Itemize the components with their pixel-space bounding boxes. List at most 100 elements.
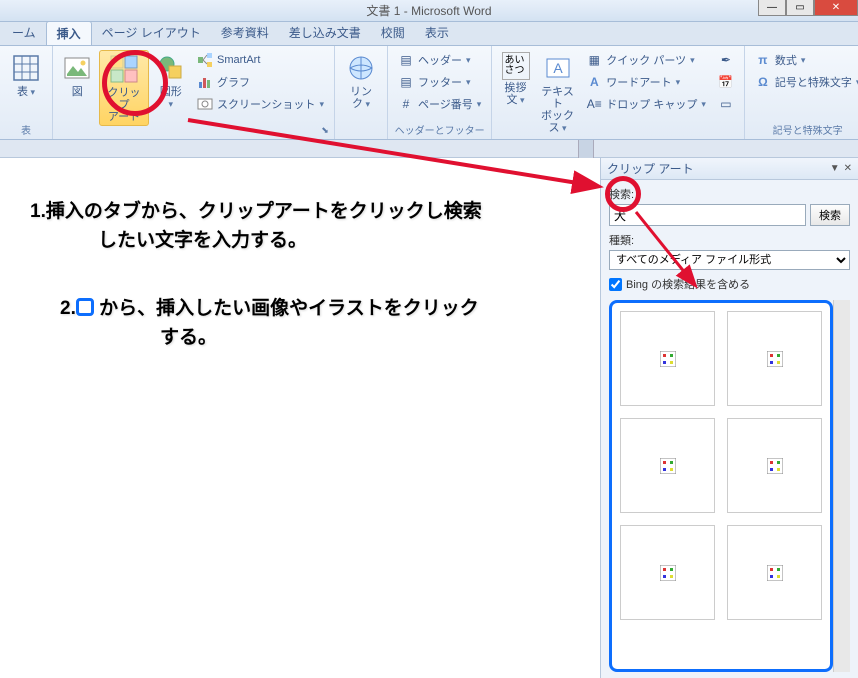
shapes-label: 図形	[157, 86, 185, 110]
illustrations-launcher[interactable]: ⬊	[319, 124, 331, 136]
shapes-button[interactable]: 図形	[153, 50, 189, 112]
clipart-result[interactable]	[727, 525, 822, 620]
chart-label: グラフ	[217, 74, 250, 90]
wordart-button[interactable]: Aワードアート	[582, 72, 710, 92]
quickparts-button[interactable]: ▦クイック パーツ	[582, 50, 710, 70]
symbol-icon: Ω	[755, 74, 771, 90]
tab-校閲[interactable]: 校閲	[371, 21, 415, 45]
search-input[interactable]	[609, 204, 806, 226]
footer-button[interactable]: ▤フッター	[394, 72, 485, 92]
ruler	[0, 140, 858, 158]
results-box	[609, 300, 833, 672]
close-button[interactable]: ✕	[814, 0, 858, 16]
bing-label: Bing の検索結果を含める	[626, 276, 750, 292]
search-label: 検索:	[609, 186, 850, 202]
group-label-headerfooter: ヘッダーとフッター	[394, 122, 485, 137]
clipart-result[interactable]	[620, 525, 715, 620]
greeting-button[interactable]: あいさつ 挨拶文	[498, 50, 532, 108]
tab-参考資料[interactable]: 参考資料	[211, 21, 279, 45]
group-header-footer: ▤ヘッダー ▤フッター #ページ番号 ヘッダーとフッター	[388, 46, 492, 139]
clipart-icon	[108, 53, 140, 85]
group-label-links	[341, 126, 381, 137]
group-links: リンク	[335, 46, 388, 139]
group-label-illustrations	[59, 128, 328, 139]
link-label: リンク	[345, 86, 377, 110]
tab-ページ レイアウト[interactable]: ページ レイアウト	[92, 21, 211, 45]
titlebar: 文書 1 - Microsoft Word — ▭ ✕	[0, 0, 858, 22]
footer-icon: ▤	[398, 74, 414, 90]
sig-icon: ✒	[718, 52, 734, 68]
maximize-button[interactable]: ▭	[786, 0, 814, 16]
group-illustrations: 図 クリップアート 図形 SmartArt	[53, 46, 335, 139]
shapes-icon	[155, 52, 187, 84]
group-symbols: π数式 Ω記号と特殊文字 記号と特殊文字	[745, 46, 858, 139]
group-text: あいさつ 挨拶文 A テキストボックス ▦クイック パーツ Aワードアート A≡…	[492, 46, 745, 139]
panel-title: クリップ アート	[607, 160, 694, 177]
tab-表示[interactable]: 表示	[415, 21, 459, 45]
greeting-label: 挨拶文	[502, 82, 528, 106]
ribbon-tabs: ーム挿入ページ レイアウト参考資料差し込み文書校閲表示	[0, 22, 858, 46]
results-scrollbar[interactable]	[833, 300, 850, 672]
equation-button[interactable]: π数式	[751, 50, 858, 70]
equation-icon: π	[755, 52, 771, 68]
link-button[interactable]: リンク	[341, 50, 381, 112]
instruction-1: 1.挿入のタブから、クリップアートをクリックし検索 したい文字を入力する。	[30, 198, 570, 255]
smartart-label: SmartArt	[217, 54, 260, 66]
panel-dropdown-icon[interactable]: ▼	[830, 163, 840, 174]
clipart-result[interactable]	[620, 418, 715, 513]
svg-text:A: A	[553, 60, 563, 76]
panel-close-icon[interactable]: ✕	[844, 163, 852, 174]
bing-checkbox[interactable]	[609, 278, 622, 291]
document-page[interactable]: 1.挿入のタブから、クリップアートをクリックし検索 したい文字を入力する。 2.…	[0, 158, 600, 678]
search-button[interactable]: 検索	[810, 204, 850, 226]
picture-label: 図	[72, 86, 83, 98]
table-button[interactable]: 表	[6, 50, 46, 100]
sig-button[interactable]: ✒	[714, 50, 738, 70]
smartart-button[interactable]: SmartArt	[193, 50, 328, 70]
screenshot-icon	[197, 96, 213, 112]
header-icon: ▤	[398, 52, 414, 68]
tab-挿入[interactable]: 挿入	[46, 21, 92, 45]
greeting-icon: あいさつ	[502, 52, 530, 80]
dropcap-button[interactable]: A≡ドロップ キャップ	[582, 94, 710, 114]
ribbon: 表 表 図 クリップアート 図形	[0, 46, 858, 140]
tab-ーム[interactable]: ーム	[2, 21, 46, 45]
wordart-icon: A	[586, 74, 602, 90]
symbol-button[interactable]: Ω記号と特殊文字	[751, 72, 858, 92]
clipart-result[interactable]	[727, 418, 822, 513]
quickparts-icon: ▦	[586, 52, 602, 68]
picture-button[interactable]: 図	[59, 50, 95, 100]
window-controls: — ▭ ✕	[758, 0, 858, 16]
clipart-button[interactable]: クリップアート	[99, 50, 148, 126]
link-icon	[345, 52, 377, 84]
textbox-button[interactable]: A テキストボックス	[537, 50, 579, 136]
type-label: 種類:	[609, 232, 850, 248]
chart-button[interactable]: グラフ	[193, 72, 328, 92]
window-title: 文書 1 - Microsoft Word	[366, 2, 491, 19]
tab-差し込み文書[interactable]: 差し込み文書	[279, 21, 371, 45]
clipart-label: クリップアート	[104, 87, 143, 123]
screenshot-button[interactable]: スクリーンショット	[193, 94, 328, 114]
table-label: 表	[17, 86, 35, 98]
smartart-icon	[197, 52, 213, 68]
date-button[interactable]: 📅	[714, 72, 738, 92]
picture-icon	[61, 52, 93, 84]
dropcap-icon: A≡	[586, 96, 602, 112]
media-type-select[interactable]: すべてのメディア ファイル形式	[609, 250, 850, 270]
instruction-2: 2. から、挿入したい画像やイラストをクリック する。	[30, 295, 570, 352]
pagenum-icon: #	[398, 96, 414, 112]
pagenum-button[interactable]: #ページ番号	[394, 94, 485, 114]
clipart-panel: クリップ アート ▼ ✕ 検索: 検索 種類: すべてのメディア ファイル形式 …	[600, 158, 858, 678]
minimize-button[interactable]: —	[758, 0, 786, 16]
clipart-result[interactable]	[620, 311, 715, 406]
textbox-label: テキストボックス	[541, 86, 575, 134]
group-label-tables: 表	[6, 122, 46, 137]
clipart-result[interactable]	[727, 311, 822, 406]
header-button[interactable]: ▤ヘッダー	[394, 50, 485, 70]
blue-square-icon	[76, 298, 94, 316]
screenshot-label: スクリーンショット	[217, 96, 315, 112]
date-icon: 📅	[718, 74, 734, 90]
table-icon	[10, 52, 42, 84]
group-label-symbols: 記号と特殊文字	[751, 122, 858, 137]
obj-button[interactable]: ▭	[714, 94, 738, 114]
